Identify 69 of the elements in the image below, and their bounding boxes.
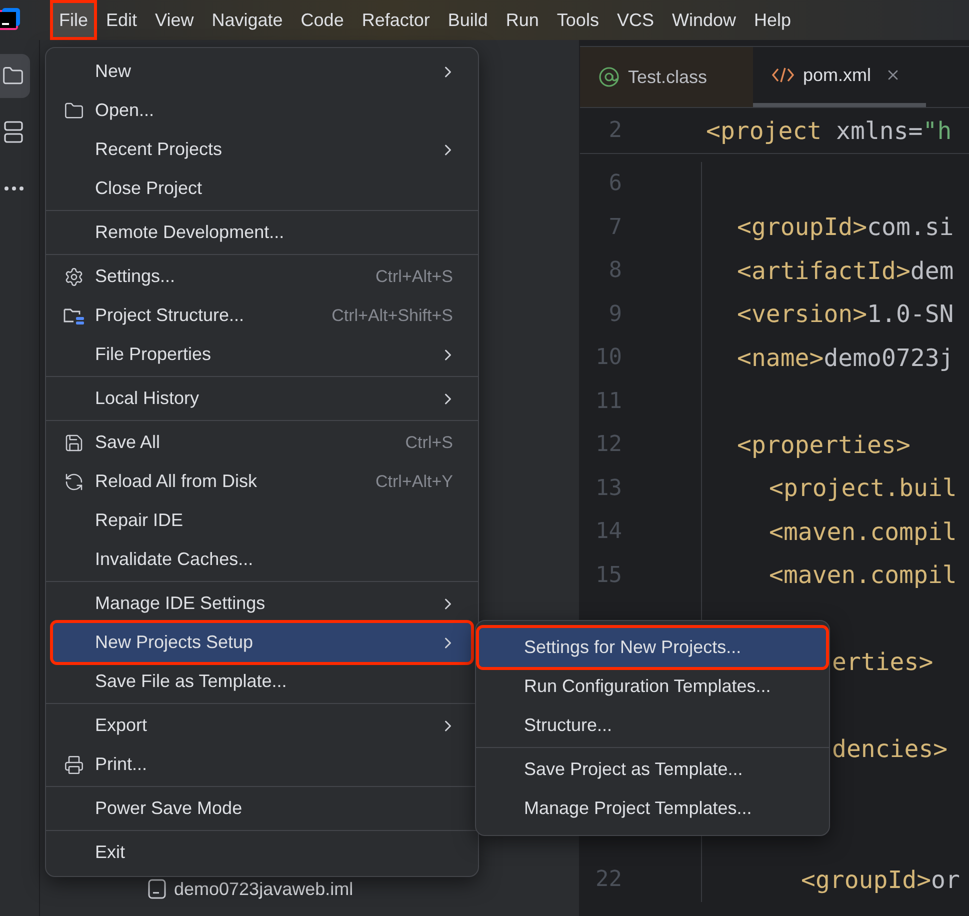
menu-item[interactable]: Remote Development... xyxy=(53,213,471,252)
at-sign-icon xyxy=(598,66,620,88)
menu-item[interactable]: Close Project xyxy=(53,169,471,208)
menu-bar-item[interactable]: View xyxy=(146,0,203,40)
menu-item[interactable]: Run Configuration Templates... xyxy=(479,667,826,706)
menu-item[interactable]: Power Save Mode xyxy=(53,789,471,828)
folder-icon xyxy=(64,100,84,120)
menu-bar-item[interactable]: Help xyxy=(745,0,800,40)
menu-item[interactable]: Local History xyxy=(53,379,471,418)
menu-bar-item[interactable]: VCS xyxy=(608,0,663,40)
app-logo-icon xyxy=(0,8,20,32)
menu-bar-item[interactable]: Navigate xyxy=(202,0,292,40)
menu-item[interactable]: File Properties xyxy=(53,335,471,374)
menu-item[interactable]: Settings... Ctrl+Alt+S xyxy=(53,257,471,296)
menu-item[interactable]: New Projects Setup xyxy=(53,623,471,662)
menu-item[interactable]: Print... xyxy=(53,745,471,784)
menu-bar-item[interactable]: Build xyxy=(438,0,497,40)
shortcut-label: Ctrl+Alt+Y xyxy=(376,470,453,493)
code-line: <project.buil xyxy=(769,473,957,504)
code-line: <maven.compil xyxy=(769,516,957,548)
menu-item[interactable]: Project Structure... Ctrl+Alt+Shift+S xyxy=(53,296,471,335)
tree-item[interactable]: demo0723javaweb.iml xyxy=(148,874,579,904)
menu-item[interactable]: Settings for New Projects... xyxy=(479,628,826,667)
shortcut-label: Ctrl+S xyxy=(405,432,453,454)
menu-bar-item[interactable]: Run xyxy=(496,0,548,40)
file-icon xyxy=(148,879,166,899)
menu-item[interactable]: Save All Ctrl+S xyxy=(53,423,471,462)
menu-item[interactable]: Save File as Template... xyxy=(53,662,471,701)
menu-item[interactable]: Manage IDE Settings xyxy=(53,584,471,623)
code-line: <project xmlns="h xyxy=(706,116,952,146)
editor-tab[interactable]: Test.class xyxy=(580,47,753,107)
code-tag-icon xyxy=(771,66,795,84)
code-line: erties> xyxy=(832,647,934,678)
menu-item[interactable]: Repair IDE xyxy=(53,501,471,540)
editor-tab[interactable]: pom.xml xyxy=(753,47,926,107)
folder-icon xyxy=(2,65,24,87)
code-line: <maven.compil xyxy=(769,560,957,592)
project-tool-button[interactable] xyxy=(0,54,30,98)
menu-item[interactable]: Recent Projects xyxy=(53,130,471,169)
menu-item[interactable]: Export xyxy=(53,706,471,745)
menu-item[interactable]: Reload All from Disk Ctrl+Alt+Y xyxy=(53,462,471,501)
menu-item[interactable]: Structure... xyxy=(479,706,826,745)
stacked-panels-icon xyxy=(4,120,24,144)
menu-item[interactable]: Exit xyxy=(53,833,471,872)
shortcut-label: Ctrl+Alt+S xyxy=(376,266,453,288)
menu-bar-item[interactable]: Code xyxy=(292,0,353,40)
code-line: <properties> xyxy=(737,430,910,461)
menu-bar-item[interactable]: Window xyxy=(662,0,745,40)
menu-item[interactable]: Open... xyxy=(53,91,471,130)
menu-bar-item[interactable]: Tools xyxy=(548,0,608,40)
menu-bar-item[interactable]: Edit xyxy=(97,0,146,40)
code-line: <name>demo0723j xyxy=(737,342,954,374)
printer-icon xyxy=(64,754,84,774)
code-line: dencies> xyxy=(832,734,948,766)
reload-icon xyxy=(64,472,84,492)
code-line: <groupId>or xyxy=(801,864,960,896)
menu-item[interactable]: Invalidate Caches... xyxy=(53,540,471,579)
menu-item[interactable]: Save Project as Template... xyxy=(479,750,826,789)
settings-icon xyxy=(64,266,84,286)
menu-item[interactable]: Manage Project Templates... xyxy=(479,789,826,828)
menu-bar-item[interactable]: File xyxy=(50,0,98,40)
code-line: <version>1.0-SN xyxy=(737,299,954,330)
menu-item[interactable]: New xyxy=(53,52,471,91)
code-line: <groupId>com.si xyxy=(737,212,954,244)
code-line: <artifactId>dem xyxy=(737,256,954,287)
save-icon xyxy=(64,432,84,452)
menu-bar-item[interactable]: Refactor xyxy=(352,0,439,40)
shortcut-label: Ctrl+Alt+Shift+S xyxy=(332,304,453,327)
more-icon xyxy=(4,186,24,190)
